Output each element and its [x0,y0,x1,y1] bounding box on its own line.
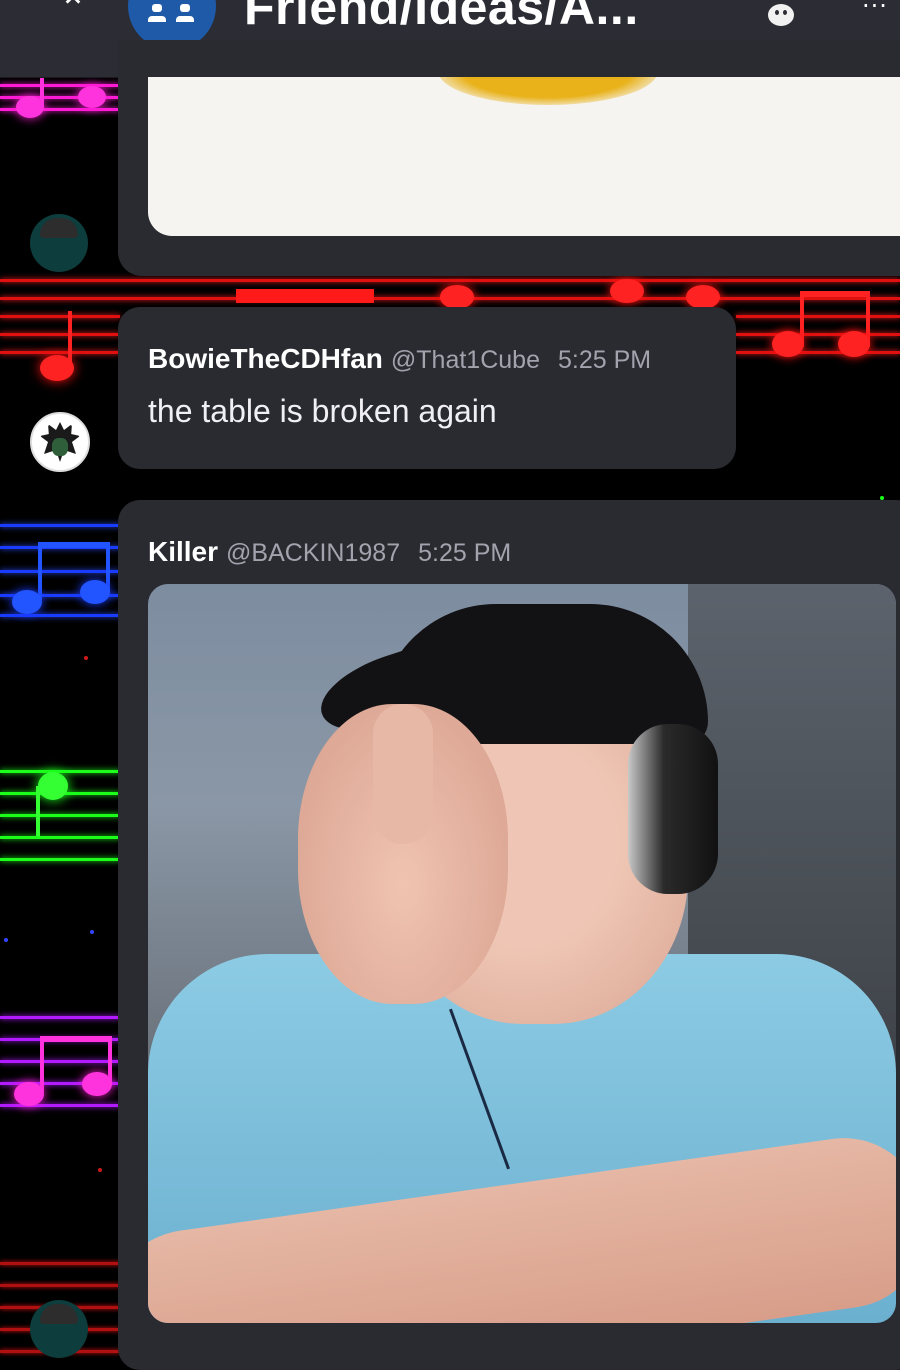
image-attachment[interactable] [148,77,900,236]
user-handle[interactable]: @BACKIN1987 [226,539,400,567]
background-staff-blue [0,520,120,620]
previous-message-card [118,40,900,276]
username[interactable]: BowieTheCDHfan [148,343,383,374]
sparkle [90,930,94,934]
user-avatar[interactable] [30,214,88,272]
sparkle [98,1168,102,1172]
message-header: Killer @BACKIN1987 5:25 PM [148,536,511,568]
more-options-icon[interactable]: ··· [862,0,888,20]
message-timestamp: 5:25 PM [557,346,652,374]
channel-title[interactable]: Friend/Ideas/A... [244,0,639,36]
message-timestamp: 5:25 PM [418,539,512,567]
sparkle [4,938,8,942]
sparkle [84,656,88,660]
headphones-image [628,724,718,894]
background-staff-purple [0,1012,120,1112]
background-staff-magenta [0,78,120,128]
message-text: the table is broken again [148,393,497,429]
video-attachment[interactable] [148,584,896,1323]
username[interactable]: Killer [148,536,218,567]
emoji-icon[interactable] [768,4,794,26]
chevron-up-icon[interactable]: ⌃ [58,0,88,26]
message-card[interactable]: Killer @BACKIN1987 5:25 PM [118,500,900,1370]
user-handle[interactable]: @That1Cube [391,346,540,374]
message-card[interactable]: BowieTheCDHfan @That1Cube 5:25 PM the tabl… [118,307,736,469]
user-avatar[interactable] [30,412,90,472]
message-header: BowieTheCDHfan @That1Cube 5:25 PM [148,343,651,375]
user-avatar[interactable] [30,1300,88,1358]
background-staff-green [0,766,120,866]
